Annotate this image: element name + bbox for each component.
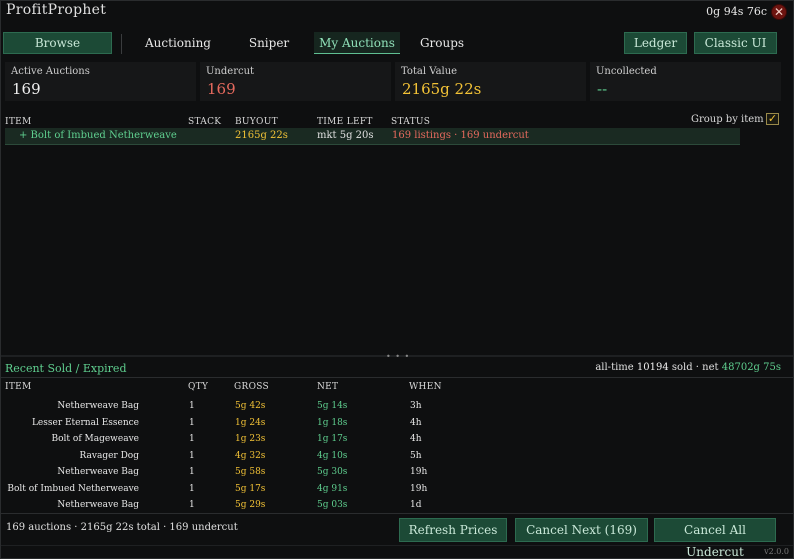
group-by-item-checkbox[interactable]: ✓: [766, 113, 779, 125]
group-by-item-label: Group by item: [691, 114, 764, 125]
stat-card-undercut: Undercut 169: [200, 62, 391, 101]
net-value: 48702g 75s: [721, 362, 781, 373]
ledger-button[interactable]: Ledger: [624, 32, 687, 54]
app-title: ProfitProphet: [6, 2, 107, 18]
tab-groups[interactable]: Groups: [415, 32, 469, 54]
recent-qty: 1: [189, 418, 195, 428]
recent-when: 5h: [410, 451, 422, 461]
column-header-when[interactable]: WHEN: [409, 382, 442, 392]
auction-buyout: 2165g 22s: [235, 130, 288, 141]
stat-card-total-value: Total Value 2165g 22s: [395, 62, 586, 101]
recent-item-name: Lesser Eternal Essence: [31, 418, 139, 428]
recent-gross: 1g 24s: [235, 418, 266, 428]
recent-when: 1d: [410, 500, 422, 510]
recent-qty: 1: [189, 467, 195, 477]
stat-value: 2165g 22s: [402, 80, 482, 98]
stat-label: Undercut: [206, 66, 255, 77]
tab-browse[interactable]: Browse: [3, 32, 112, 54]
title-bar[interactable]: ProfitProphet 0g 94s 76c ✕: [1, 1, 793, 25]
stat-value: --: [597, 80, 608, 98]
tab-auctioning[interactable]: Auctioning: [139, 32, 217, 54]
recent-qty: 1: [189, 484, 195, 494]
recent-gross: 5g 58s: [235, 467, 266, 477]
recent-net: 4g 10s: [317, 451, 348, 461]
recent-item-name: Netherweave Bag: [57, 500, 139, 510]
recent-gross: 4g 32s: [235, 451, 266, 461]
auction-item-name[interactable]: + Bolt of Imbued Netherweave: [19, 130, 177, 141]
recent-when: 4h: [410, 418, 422, 428]
close-icon[interactable]: ✕: [771, 4, 787, 20]
divider: [1, 377, 793, 378]
recent-net: 5g 03s: [317, 500, 348, 510]
recent-when: 3h: [410, 401, 422, 411]
recent-gross: 5g 17s: [235, 484, 266, 494]
sold-suffix: sold ·: [671, 362, 699, 373]
recent-qty: 1: [189, 500, 195, 510]
column-header-gross[interactable]: GROSS: [234, 382, 269, 392]
table-row[interactable]: + Bolt of Imbued Netherweave 2165g 22s m…: [5, 128, 740, 145]
column-header-buyout[interactable]: BUYOUT: [235, 117, 278, 127]
stat-value: 169: [12, 80, 41, 98]
column-header-time-left[interactable]: TIME LEFT: [317, 117, 373, 127]
cancel-next-button[interactable]: Cancel Next (169): [515, 518, 648, 542]
stat-label: Total Value: [401, 66, 458, 77]
stat-value: 169: [207, 80, 236, 98]
column-header-net[interactable]: NET: [317, 382, 338, 392]
recent-qty: 1: [189, 401, 195, 411]
recent-gross: 1g 23s: [235, 434, 266, 444]
player-gold: 0g 94s 76c: [706, 5, 767, 18]
column-header-status[interactable]: STATUS: [391, 117, 430, 127]
recent-qty: 1: [189, 451, 195, 461]
stat-label: Active Auctions: [11, 66, 90, 77]
tab-my-auctions[interactable]: My Auctions: [314, 32, 400, 54]
recent-gross: 5g 29s: [235, 500, 266, 510]
splitter-grip-icon[interactable]: • • •: [386, 352, 410, 361]
column-header-stack[interactable]: STACK: [188, 117, 221, 127]
stat-card-uncollected: Uncollected --: [590, 62, 781, 101]
recent-net: 1g 18s: [317, 418, 348, 428]
recent-item-name: Bolt of Mageweave: [51, 434, 139, 444]
recent-item-name: Netherweave Bag: [57, 467, 139, 477]
recent-qty: 1: [189, 434, 195, 444]
recent-net: 1g 17s: [317, 434, 348, 444]
main-window: ProfitProphet 0g 94s 76c ✕ Browse Auctio…: [0, 0, 794, 559]
stat-card-active-auctions: Active Auctions 169: [5, 62, 196, 101]
summary-prefix: all-time: [595, 362, 634, 373]
recent-item-name: Netherweave Bag: [57, 401, 139, 411]
tab-sniper[interactable]: Sniper: [241, 32, 297, 54]
classic-ui-button[interactable]: Classic UI: [694, 32, 777, 54]
auction-status: 169 listings · 169 undercut: [392, 130, 529, 141]
tab-divider: [121, 34, 122, 54]
recent-when: 4h: [410, 434, 422, 444]
net-label: net: [702, 362, 719, 373]
recent-item-name: Bolt of Imbued Netherweave: [7, 484, 139, 494]
version-label: v2.0.0: [764, 547, 789, 556]
column-header-item[interactable]: ITEM: [5, 382, 32, 392]
recent-when: 19h: [410, 467, 428, 477]
footer-summary: 169 auctions · 2165g 22s total · 169 und…: [6, 522, 238, 533]
recent-gross: 5g 42s: [235, 401, 266, 411]
stat-label: Uncollected: [596, 66, 657, 77]
recent-section-title: Recent Sold / Expired: [5, 362, 127, 375]
recent-when: 19h: [410, 484, 428, 494]
refresh-prices-button[interactable]: Refresh Prices: [399, 518, 507, 542]
sold-count: 10194: [636, 362, 669, 373]
recent-summary: all-time 10194 sold · net 48702g 75s: [595, 362, 781, 373]
auction-time-left: mkt 5g 20s: [317, 130, 374, 141]
recent-net: 5g 30s: [317, 467, 348, 477]
column-header-qty[interactable]: QTY: [188, 382, 208, 392]
cancel-all-undercut-button[interactable]: Cancel All Undercut: [654, 518, 776, 559]
divider: [1, 513, 793, 514]
recent-net: 4g 91s: [317, 484, 348, 494]
recent-net: 5g 14s: [317, 401, 348, 411]
recent-item-name: Ravager Dog: [79, 451, 139, 461]
column-header-item[interactable]: ITEM: [5, 117, 32, 127]
divider: [1, 545, 793, 546]
